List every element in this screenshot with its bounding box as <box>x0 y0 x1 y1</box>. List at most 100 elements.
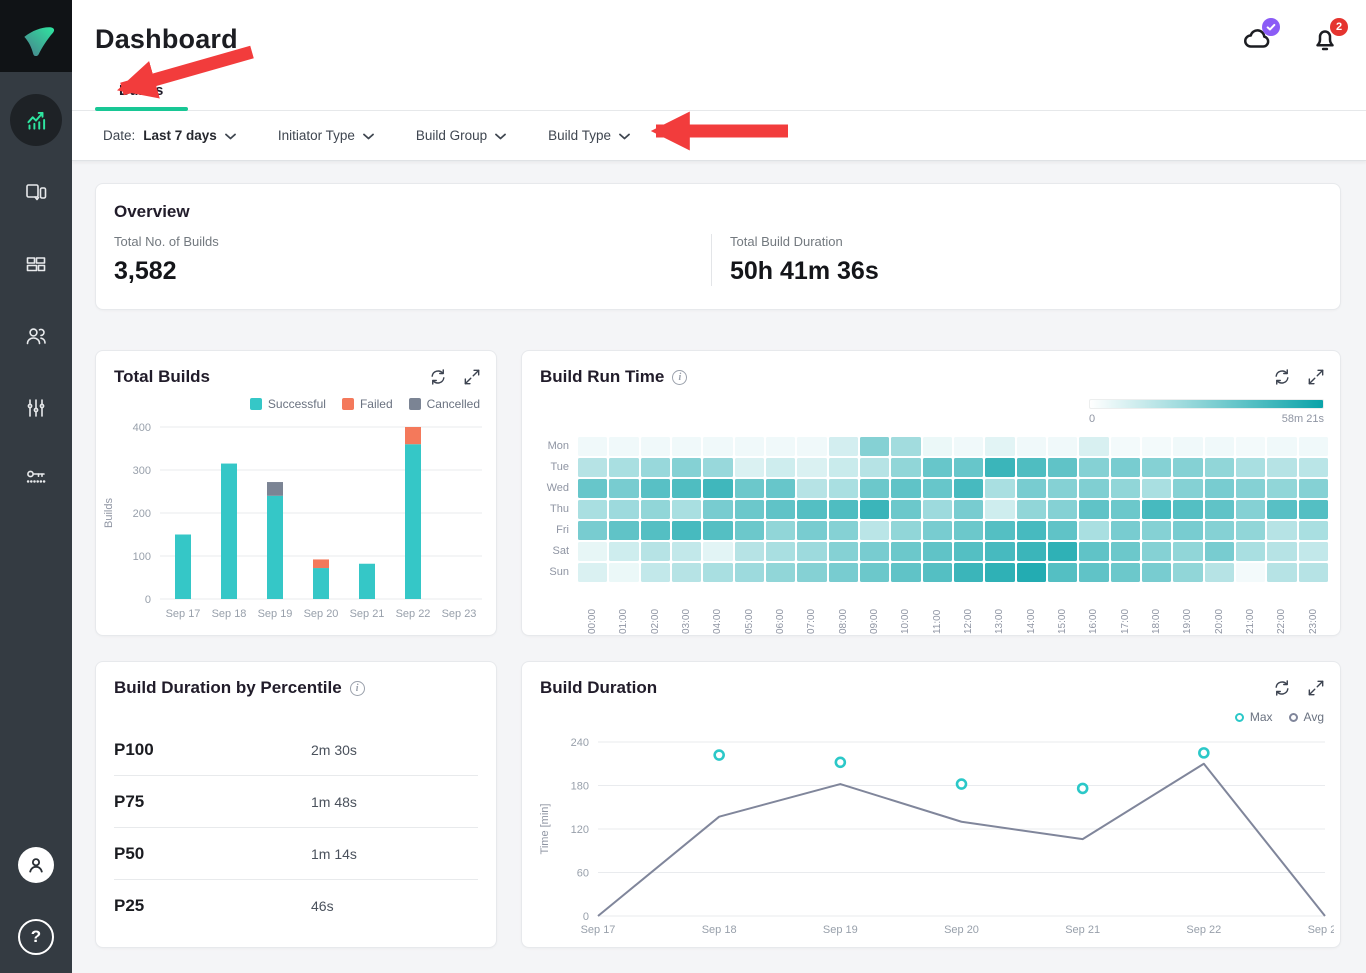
heatmap-cell[interactable] <box>1267 458 1296 477</box>
max-point[interactable] <box>1078 784 1087 793</box>
heatmap-cell[interactable] <box>1079 458 1108 477</box>
max-point[interactable] <box>957 780 966 789</box>
heatmap-cell[interactable] <box>703 437 732 456</box>
heatmap-cell[interactable] <box>860 521 889 540</box>
heatmap-cell[interactable] <box>1142 563 1171 582</box>
heatmap-cell[interactable] <box>1142 521 1171 540</box>
max-point[interactable] <box>836 758 845 767</box>
heatmap-cell[interactable] <box>891 542 920 561</box>
heatmap-cell[interactable] <box>1205 437 1234 456</box>
heatmap-cell[interactable] <box>1173 500 1202 519</box>
bar-segment-successful[interactable] <box>359 564 375 599</box>
heatmap-cell[interactable] <box>641 500 670 519</box>
heatmap-cell[interactable] <box>641 521 670 540</box>
heatmap-cell[interactable] <box>954 521 983 540</box>
sidebar-item-dashboards[interactable] <box>24 252 48 276</box>
heatmap-cell[interactable] <box>1267 479 1296 498</box>
heatmap-cell[interactable] <box>641 479 670 498</box>
heatmap-cell[interactable] <box>891 563 920 582</box>
heatmap-cell[interactable] <box>1079 521 1108 540</box>
heatmap-cell[interactable] <box>891 437 920 456</box>
heatmap-cell[interactable] <box>829 563 858 582</box>
info-icon[interactable]: i <box>350 681 365 696</box>
heatmap-cell[interactable] <box>985 542 1014 561</box>
heatmap-cell[interactable] <box>1267 500 1296 519</box>
bar-segment-successful[interactable] <box>267 496 283 599</box>
heatmap-cell[interactable] <box>735 437 764 456</box>
heatmap-cell[interactable] <box>1299 542 1328 561</box>
heatmap-cell[interactable] <box>578 437 607 456</box>
heatmap-cell[interactable] <box>609 521 638 540</box>
heatmap-cell[interactable] <box>578 542 607 561</box>
info-icon[interactable]: i <box>672 370 687 385</box>
heatmap-cell[interactable] <box>954 458 983 477</box>
heatmap-cell[interactable] <box>954 437 983 456</box>
heatmap-cell[interactable] <box>1111 500 1140 519</box>
heatmap-cell[interactable] <box>860 500 889 519</box>
heatmap-cell[interactable] <box>860 479 889 498</box>
heatmap-cell[interactable] <box>609 500 638 519</box>
heatmap-cell[interactable] <box>703 458 732 477</box>
heatmap-cell[interactable] <box>609 458 638 477</box>
heatmap-cell[interactable] <box>985 500 1014 519</box>
heatmap-cell[interactable] <box>923 458 952 477</box>
heatmap-cell[interactable] <box>672 542 701 561</box>
heatmap-cell[interactable] <box>1048 458 1077 477</box>
heatmap-cell[interactable] <box>766 458 795 477</box>
heatmap-cell[interactable] <box>829 521 858 540</box>
expand-button[interactable] <box>1306 678 1326 698</box>
tab-builds[interactable]: Builds <box>119 83 163 99</box>
heatmap-cell[interactable] <box>1173 458 1202 477</box>
heatmap-cell[interactable] <box>641 437 670 456</box>
heatmap-cell[interactable] <box>1142 479 1171 498</box>
heatmap-cell[interactable] <box>1017 479 1046 498</box>
heatmap-cell[interactable] <box>1048 563 1077 582</box>
heatmap-cell[interactable] <box>1299 500 1328 519</box>
heatmap-cell[interactable] <box>985 458 1014 477</box>
heatmap-cell[interactable] <box>609 563 638 582</box>
heatmap-cell[interactable] <box>578 521 607 540</box>
heatmap-cell[interactable] <box>1267 437 1296 456</box>
heatmap-cell[interactable] <box>766 542 795 561</box>
notifications-button[interactable]: 2 <box>1310 24 1340 54</box>
heatmap-cell[interactable] <box>797 500 826 519</box>
sidebar-item-insights-active[interactable] <box>10 94 62 146</box>
heatmap-cell[interactable] <box>985 437 1014 456</box>
heatmap-cell[interactable] <box>1205 458 1234 477</box>
heatmap-cell[interactable] <box>1173 542 1202 561</box>
heatmap-cell[interactable] <box>923 500 952 519</box>
heatmap-cell[interactable] <box>1079 479 1108 498</box>
heatmap-cell[interactable] <box>891 458 920 477</box>
heatmap-cell[interactable] <box>1079 563 1108 582</box>
heatmap-cell[interactable] <box>954 542 983 561</box>
heatmap-cell[interactable] <box>672 500 701 519</box>
heatmap-cell[interactable] <box>860 563 889 582</box>
max-point[interactable] <box>1199 748 1208 757</box>
sidebar-item-settings[interactable] <box>24 396 48 420</box>
bar-segment-failed[interactable] <box>313 559 329 568</box>
heatmap-cell[interactable] <box>1173 563 1202 582</box>
heatmap-cell[interactable] <box>1236 500 1265 519</box>
brand-logo[interactable] <box>0 0 72 72</box>
heatmap-cell[interactable] <box>1111 563 1140 582</box>
heatmap-cell[interactable] <box>954 563 983 582</box>
heatmap-cell[interactable] <box>1267 521 1296 540</box>
help-button[interactable]: ? <box>18 919 54 955</box>
heatmap-cell[interactable] <box>797 542 826 561</box>
cloud-sync-button[interactable] <box>1242 24 1272 54</box>
heatmap-cell[interactable] <box>766 521 795 540</box>
heatmap-cell[interactable] <box>985 479 1014 498</box>
heatmap-cell[interactable] <box>860 458 889 477</box>
heatmap-cell[interactable] <box>829 437 858 456</box>
heatmap-cell[interactable] <box>1236 479 1265 498</box>
expand-button[interactable] <box>462 367 482 387</box>
filter-build-type[interactable]: Build Type <box>548 128 630 143</box>
heatmap-cell[interactable] <box>1299 521 1328 540</box>
heatmap-cell[interactable] <box>641 542 670 561</box>
heatmap-cell[interactable] <box>985 563 1014 582</box>
heatmap-cell[interactable] <box>703 563 732 582</box>
heatmap-cell[interactable] <box>923 542 952 561</box>
expand-button[interactable] <box>1306 367 1326 387</box>
heatmap-cell[interactable] <box>1017 542 1046 561</box>
bar-segment-successful[interactable] <box>175 535 191 600</box>
